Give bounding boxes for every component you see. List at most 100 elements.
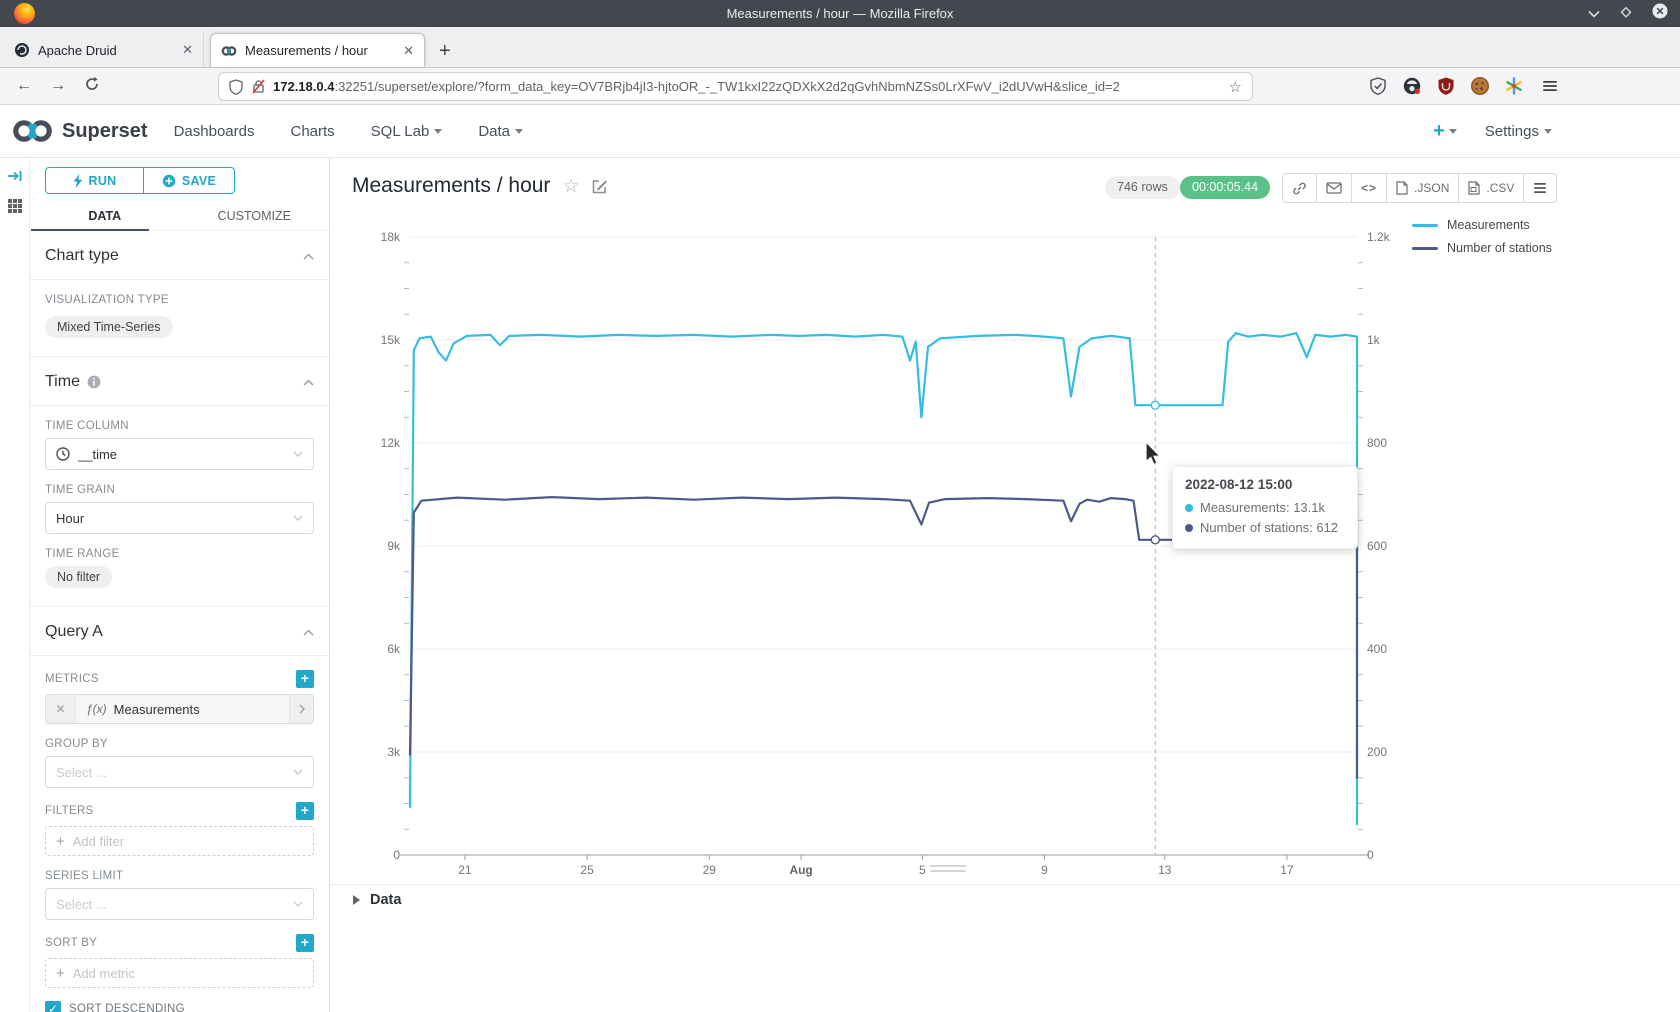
tab-data[interactable]: DATA — [30, 201, 180, 230]
permissions-shield-icon[interactable] — [229, 79, 243, 95]
tab-apache-druid[interactable]: Apache Druid ✕ — [4, 33, 204, 67]
svg-text:1.2k: 1.2k — [1367, 230, 1391, 244]
timeseries-chart[interactable]: 003k2006k4009k60012k80015k1k18k1.2k21252… — [330, 158, 1680, 890]
chart-tooltip: 2022-08-12 15:00 Measurements: 13.1k Num… — [1172, 466, 1358, 549]
add-filter-dropzone[interactable]: + Add filter — [45, 826, 314, 856]
caret-right-icon[interactable] — [289, 695, 313, 723]
tracking-protection-icon[interactable] — [1368, 76, 1388, 96]
expand-panel-icon[interactable] — [7, 168, 23, 184]
control-panel: RUN SAVE DATA CUSTOMIZE Chart type VISUA… — [30, 158, 330, 1012]
plus-icon: + — [56, 965, 65, 982]
sort-descending-label: SORT DESCENDING — [69, 1003, 185, 1012]
panel-resize-handle[interactable] — [930, 865, 966, 875]
sort-by-label: SORT BY + — [45, 934, 314, 952]
svg-text:6k: 6k — [387, 642, 401, 656]
metric-measurements[interactable]: ✕ ƒ(x) Measurements — [45, 694, 314, 724]
legend-swatch — [1412, 247, 1438, 250]
datasource-icon-strip — [0, 158, 30, 1012]
time-column-select[interactable]: __time — [45, 438, 314, 470]
insecure-lock-icon[interactable] — [252, 79, 265, 94]
svg-text:600: 600 — [1367, 539, 1387, 553]
time-grain-select[interactable]: Hour — [45, 502, 314, 534]
nav-charts[interactable]: Charts — [290, 123, 334, 140]
account-extension-icon[interactable] — [1402, 76, 1422, 96]
browser-toolbar: ← → 172.18.0.4 :32251/superset/explore/?… — [0, 68, 1680, 105]
tab-measurements-hour[interactable]: Measurements / hour ✕ — [210, 33, 425, 67]
window-maximize-icon[interactable] — [1620, 5, 1632, 23]
superset-logo[interactable] — [12, 116, 54, 146]
bookmark-star-icon[interactable]: ☆ — [1229, 78, 1242, 96]
time-column-label: TIME COLUMN — [45, 420, 314, 432]
chevron-down-icon — [293, 901, 303, 907]
plus-circle-icon — [162, 174, 176, 188]
save-button[interactable]: SAVE — [144, 168, 234, 193]
legend-item-number-of-stations[interactable]: Number of stations — [1412, 241, 1552, 255]
svg-text:15k: 15k — [381, 333, 401, 347]
nav-dashboards[interactable]: Dashboards — [174, 123, 255, 140]
tab-close-icon[interactable]: ✕ — [182, 42, 193, 58]
remove-metric-icon[interactable]: ✕ — [46, 695, 76, 723]
chart-legend: Measurements Number of stations — [1412, 218, 1552, 264]
browser-menu-icon[interactable] — [1540, 76, 1560, 96]
mouse-cursor — [1145, 441, 1163, 467]
add-metric-button[interactable]: + — [296, 670, 314, 688]
series-limit-select[interactable]: Select ... — [45, 888, 314, 920]
svg-text:21: 21 — [458, 863, 472, 877]
settings-menu[interactable]: Settings — [1485, 123, 1552, 140]
active-tab-indicator — [31, 229, 149, 231]
section-time[interactable]: Time — [30, 356, 329, 406]
data-section-toggle[interactable]: Data — [352, 892, 401, 908]
superset-favicon — [221, 43, 237, 59]
series-limit-placeholder: Select ... — [56, 897, 285, 912]
run-button[interactable]: RUN — [46, 168, 144, 193]
svg-text:29: 29 — [703, 863, 717, 877]
caret-right-icon — [352, 894, 361, 906]
reload-button[interactable] — [82, 76, 102, 96]
svg-text:13: 13 — [1158, 863, 1172, 877]
ublock-icon[interactable] — [1436, 76, 1456, 96]
section-chart-type[interactable]: Chart type — [30, 231, 329, 280]
brand-name[interactable]: Superset — [62, 120, 148, 143]
window-minimize-icon[interactable] — [1588, 5, 1600, 23]
window-close-icon[interactable] — [1652, 3, 1668, 24]
filters-label: FILTERS + — [45, 802, 314, 820]
tab-close-icon[interactable]: ✕ — [403, 43, 414, 59]
svg-text:5: 5 — [919, 863, 926, 877]
add-sort-metric-button[interactable]: + — [296, 934, 314, 952]
legend-item-measurements[interactable]: Measurements — [1412, 218, 1552, 232]
dataset-grid-icon[interactable] — [7, 198, 23, 214]
new-item-button[interactable]: + — [1433, 120, 1457, 143]
group-by-select[interactable]: Select ... — [45, 756, 314, 788]
nav-sql-lab[interactable]: SQL Lab — [371, 123, 443, 140]
add-filter-button[interactable]: + — [296, 802, 314, 820]
svg-text:17: 17 — [1280, 863, 1294, 877]
viz-type-value[interactable]: Mixed Time-Series — [45, 316, 173, 338]
svg-text:400: 400 — [1367, 642, 1387, 656]
section-query-a[interactable]: Query A — [30, 606, 329, 656]
tab-bar: Apache Druid ✕ Measurements / hour ✕ + — [0, 27, 1680, 68]
metric-name: Measurements — [114, 702, 200, 717]
sparkle-extension-icon[interactable] — [1504, 76, 1524, 96]
nav-data[interactable]: Data — [478, 123, 523, 140]
url-bar[interactable]: 172.18.0.4 :32251/superset/explore/?form… — [218, 72, 1253, 101]
svg-text:12k: 12k — [381, 436, 401, 450]
series-limit-label: SERIES LIMIT — [45, 870, 314, 882]
window-titlebar: Measurements / hour — Mozilla Firefox — [0, 0, 1680, 27]
tooltip-timestamp: 2022-08-12 15:00 — [1185, 477, 1357, 492]
time-column-value: __time — [78, 447, 285, 462]
add-sort-metric-dropzone[interactable]: + Add metric — [45, 958, 314, 988]
svg-text:18k: 18k — [381, 230, 401, 244]
fx-icon: ƒ(x) — [86, 702, 107, 716]
forward-button[interactable]: → — [48, 76, 68, 96]
tab-label: Apache Druid — [38, 43, 174, 58]
sort-descending-checkbox[interactable]: ✓ — [45, 1001, 61, 1012]
time-range-value[interactable]: No filter — [45, 566, 112, 588]
back-button[interactable]: ← — [14, 76, 34, 96]
new-tab-button[interactable]: + — [439, 41, 451, 61]
tab-customize[interactable]: CUSTOMIZE — [180, 201, 330, 230]
cookie-extension-icon[interactable] — [1470, 76, 1490, 96]
time-grain-label: TIME GRAIN — [45, 484, 314, 496]
plus-icon: + — [56, 833, 65, 850]
panel-tabs: DATA CUSTOMIZE — [30, 201, 329, 231]
window-title: Measurements / hour — Mozilla Firefox — [0, 0, 1680, 27]
